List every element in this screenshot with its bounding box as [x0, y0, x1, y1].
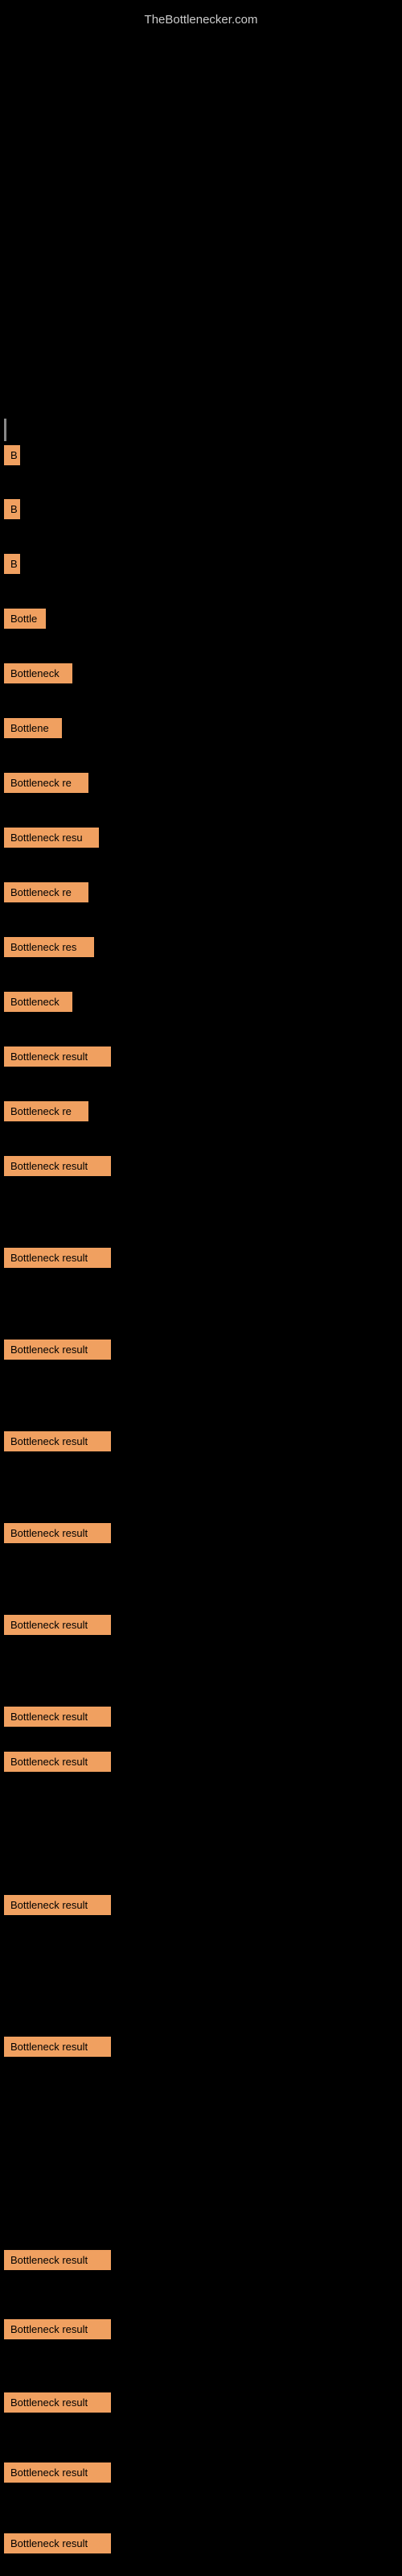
- bottleneck-label: Bottleneck re: [4, 773, 88, 793]
- bottleneck-item: Bottleneck result: [4, 2392, 111, 2413]
- bottleneck-item: Bottleneck result: [4, 2319, 111, 2339]
- bottleneck-item: Bottleneck result: [4, 1340, 111, 1360]
- bottleneck-label: B: [4, 499, 20, 519]
- bottleneck-label: Bottle: [4, 609, 46, 629]
- bottleneck-item: Bottleneck: [4, 992, 72, 1012]
- bottleneck-item: Bottleneck result: [4, 2462, 111, 2483]
- bottleneck-item: Bottleneck result: [4, 1707, 111, 1727]
- bottleneck-item: Bottleneck result: [4, 1523, 111, 1543]
- bottleneck-label: Bottleneck re: [4, 1101, 88, 1121]
- bottleneck-item: Bottleneck result: [4, 2250, 111, 2270]
- bottleneck-label: Bottleneck result: [4, 1340, 111, 1360]
- bottleneck-label: Bottleneck result: [4, 1895, 111, 1915]
- bottleneck-item: Bottleneck result: [4, 1752, 111, 1772]
- bottleneck-label: Bottleneck result: [4, 1523, 111, 1543]
- bottleneck-item: Bottleneck result: [4, 1156, 111, 1176]
- bottleneck-label: Bottleneck result: [4, 1752, 111, 1772]
- bottleneck-label: B: [4, 554, 20, 574]
- bottleneck-label: Bottleneck result: [4, 1046, 111, 1067]
- bottleneck-label: Bottleneck res: [4, 937, 94, 957]
- bottleneck-label: Bottleneck result: [4, 1156, 111, 1176]
- bottleneck-item: Bottleneck res: [4, 937, 94, 957]
- bottleneck-label: Bottleneck result: [4, 2319, 111, 2339]
- bottleneck-item: Bottleneck re: [4, 773, 88, 793]
- bottleneck-label: B: [4, 445, 20, 465]
- bottleneck-label: Bottleneck result: [4, 2250, 111, 2270]
- bottleneck-item: Bottleneck result: [4, 1046, 111, 1067]
- bottleneck-label: Bottleneck resu: [4, 828, 99, 848]
- bottleneck-label: Bottleneck result: [4, 1707, 111, 1727]
- bottleneck-item: Bottleneck result: [4, 2533, 111, 2553]
- bottleneck-label: Bottleneck result: [4, 2533, 111, 2553]
- page-wrapper: TheBottlenecker.com BBBBottleBottleneckB…: [0, 0, 402, 2576]
- bottleneck-label: Bottlene: [4, 718, 62, 738]
- bottleneck-label: Bottleneck re: [4, 882, 88, 902]
- bottleneck-item: B: [4, 499, 20, 519]
- bottleneck-item: B: [4, 554, 20, 574]
- bottleneck-item: Bottleneck: [4, 663, 72, 683]
- cursor-indicator: [4, 419, 6, 441]
- bottleneck-item: Bottlene: [4, 718, 62, 738]
- bottleneck-item: Bottleneck result: [4, 1895, 111, 1915]
- bottleneck-label: Bottleneck result: [4, 1615, 111, 1635]
- bottleneck-label: Bottleneck result: [4, 2392, 111, 2413]
- bottleneck-item: Bottleneck re: [4, 1101, 88, 1121]
- bottleneck-item: Bottleneck result: [4, 1248, 111, 1268]
- bottleneck-label: Bottleneck: [4, 992, 72, 1012]
- bottleneck-item: Bottleneck resu: [4, 828, 99, 848]
- bottleneck-label: Bottleneck result: [4, 1248, 111, 1268]
- bottleneck-label: Bottleneck result: [4, 2037, 111, 2057]
- bottleneck-item: Bottleneck result: [4, 1615, 111, 1635]
- bottleneck-item: Bottleneck result: [4, 1431, 111, 1451]
- bottleneck-item: B: [4, 445, 20, 465]
- bottleneck-label: Bottleneck result: [4, 2462, 111, 2483]
- bottleneck-item: Bottle: [4, 609, 46, 629]
- bottleneck-item: Bottleneck result: [4, 2037, 111, 2057]
- bottleneck-label: Bottleneck result: [4, 1431, 111, 1451]
- bottleneck-label: Bottleneck: [4, 663, 72, 683]
- bottleneck-item: Bottleneck re: [4, 882, 88, 902]
